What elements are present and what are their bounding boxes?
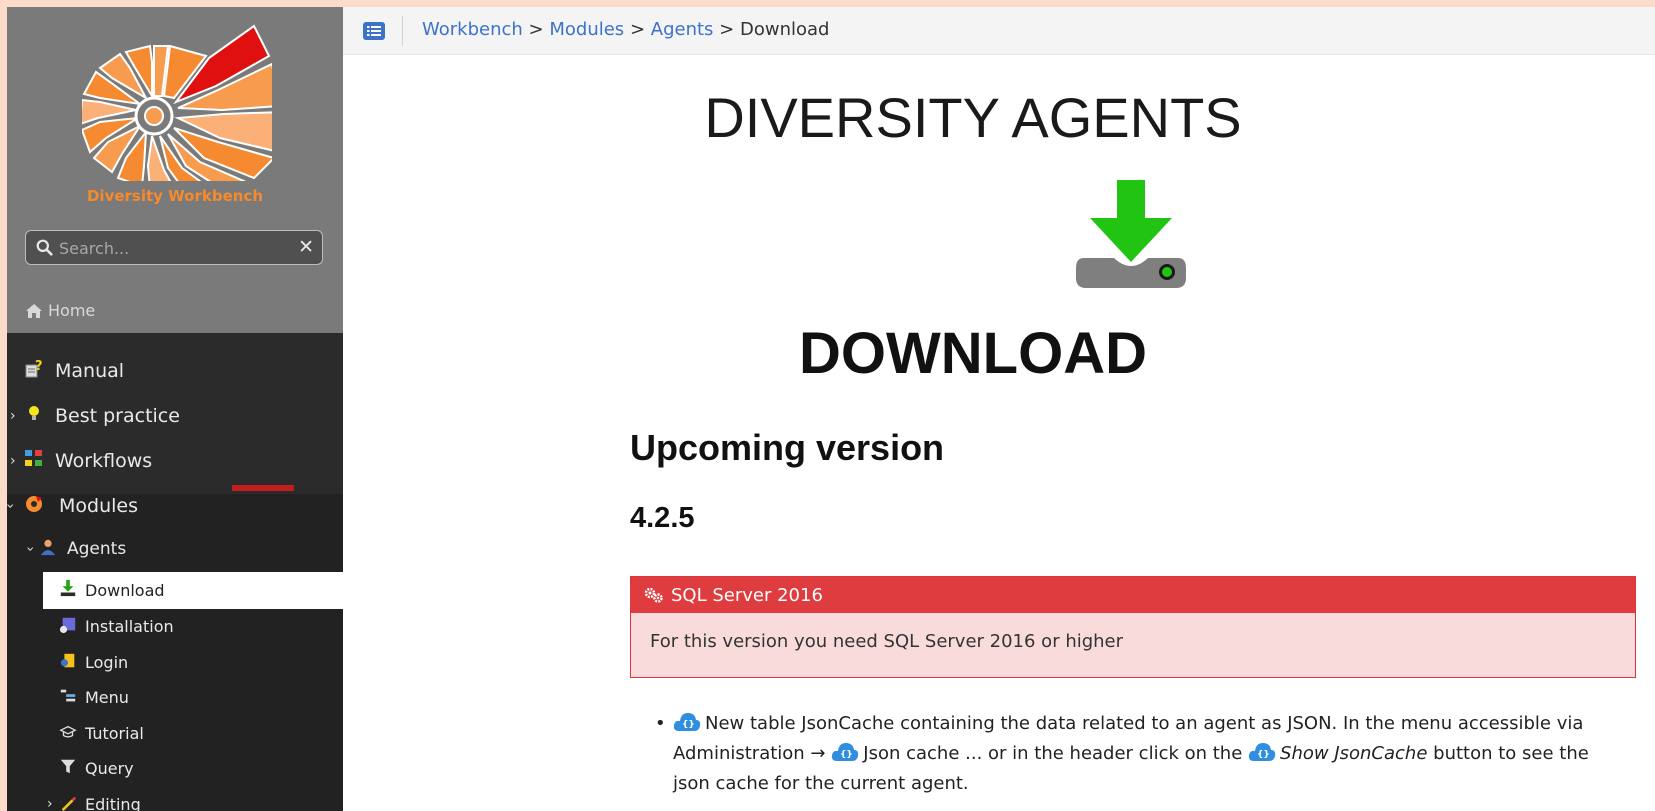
download-icon (60, 579, 76, 597)
svg-text:{}: {} (1257, 750, 1270, 760)
query-icon (60, 759, 76, 774)
modules-icon (26, 496, 42, 512)
svg-text:?: ? (35, 359, 43, 374)
breadcrumb-separator: > (528, 19, 544, 40)
agent-icon (40, 539, 56, 556)
sidebar-item-login[interactable]: Login (7, 649, 343, 675)
search-box: ✕ (25, 230, 323, 265)
clear-search-icon[interactable]: ✕ (298, 236, 314, 258)
manual-icon: ? (25, 359, 43, 378)
topbar-divider (402, 16, 403, 46)
breadcrumb-current: Download (740, 19, 830, 40)
brand-name: Diversity Workbench (86, 187, 264, 205)
gears-icon (644, 587, 663, 603)
home-link[interactable]: Home (25, 301, 95, 320)
workflow-icon (25, 450, 42, 466)
chevron-down-icon[interactable]: › (7, 503, 18, 509)
top-bar: Workbench > Modules > Agents > Download (343, 7, 1655, 55)
home-icon (26, 303, 42, 318)
svg-text:{}: {} (840, 750, 853, 760)
main-content: DIVERSITY AGENTS DOWNLOAD Upcoming versi… (343, 55, 1655, 811)
sidebar: Diversity Workbench ✕ Home ? (7, 7, 343, 811)
sidebar-item-agents[interactable]: › Agents (7, 536, 343, 562)
svg-text:{}: {} (682, 720, 695, 730)
chevron-down-icon[interactable]: › (22, 546, 38, 552)
sidebar-item-editing[interactable]: › Editing (7, 791, 343, 811)
sidebar-item-best-practice[interactable]: › Best practice (7, 401, 343, 431)
list-bullet: • (655, 713, 666, 734)
alert-title: SQL Server 2016 (671, 584, 823, 606)
installation-icon (59, 617, 76, 634)
breadcrumb-workbench[interactable]: Workbench (422, 19, 523, 40)
sidebar-item-tutorial[interactable]: Tutorial (7, 720, 343, 746)
diversity-workbench-logo[interactable] (82, 21, 272, 181)
sidebar-item-query[interactable]: Query (7, 755, 343, 781)
home-label: Home (48, 301, 96, 320)
breadcrumb-separator: > (629, 19, 646, 40)
breadcrumb: Workbench > Modules > Agents > Download (422, 19, 829, 40)
sidebar-item-menu[interactable]: Menu (7, 684, 343, 710)
toc-toggle-icon[interactable] (363, 22, 385, 40)
requirement-alert: SQL Server 2016 For this version you nee… (630, 576, 1636, 678)
sidebar-item-modules[interactable]: › Modules (7, 491, 343, 521)
tutorial-icon (59, 725, 77, 738)
sidebar-nav: ? Manual › Best practice › Workflows Mod… (7, 333, 343, 811)
json-cache-icon: {} (673, 713, 701, 731)
version-heading: 4.2.5 (630, 502, 695, 534)
page-title: DIVERSITY AGENTS (704, 86, 1242, 149)
sidebar-item-download[interactable]: Download (7, 575, 343, 605)
chevron-right-icon[interactable]: › (10, 453, 16, 469)
chevron-right-icon[interactable]: › (47, 796, 53, 811)
show-json-cache-icon: {} (1248, 743, 1276, 761)
sidebar-item-manual[interactable]: ? Manual (7, 356, 343, 386)
sidebar-item-installation[interactable]: Installation (7, 613, 343, 639)
search-input[interactable] (59, 236, 289, 260)
alert-header: SQL Server 2016 (631, 577, 1635, 613)
json-cache-icon: {} (832, 743, 859, 761)
alert-body: For this version you need SQL Server 201… (631, 613, 1635, 677)
breadcrumb-modules[interactable]: Modules (549, 19, 624, 40)
lightbulb-icon (29, 406, 39, 420)
menu-icon (60, 689, 76, 702)
section-heading: Upcoming version (630, 427, 945, 468)
breadcrumb-separator: > (719, 19, 735, 40)
chevron-right-icon[interactable]: › (10, 408, 16, 424)
login-icon (60, 653, 75, 668)
download-drive-icon (1076, 180, 1186, 288)
download-heading: DOWNLOAD (799, 321, 1147, 386)
breadcrumb-agents[interactable]: Agents (651, 19, 714, 40)
search-icon (36, 239, 53, 256)
sidebar-header: Diversity Workbench ✕ Home (7, 7, 343, 333)
list-item: {} New table JsonCache containing the da… (673, 713, 1589, 794)
editing-icon (61, 796, 77, 811)
sidebar-item-workflows[interactable]: › Workflows (7, 446, 343, 476)
